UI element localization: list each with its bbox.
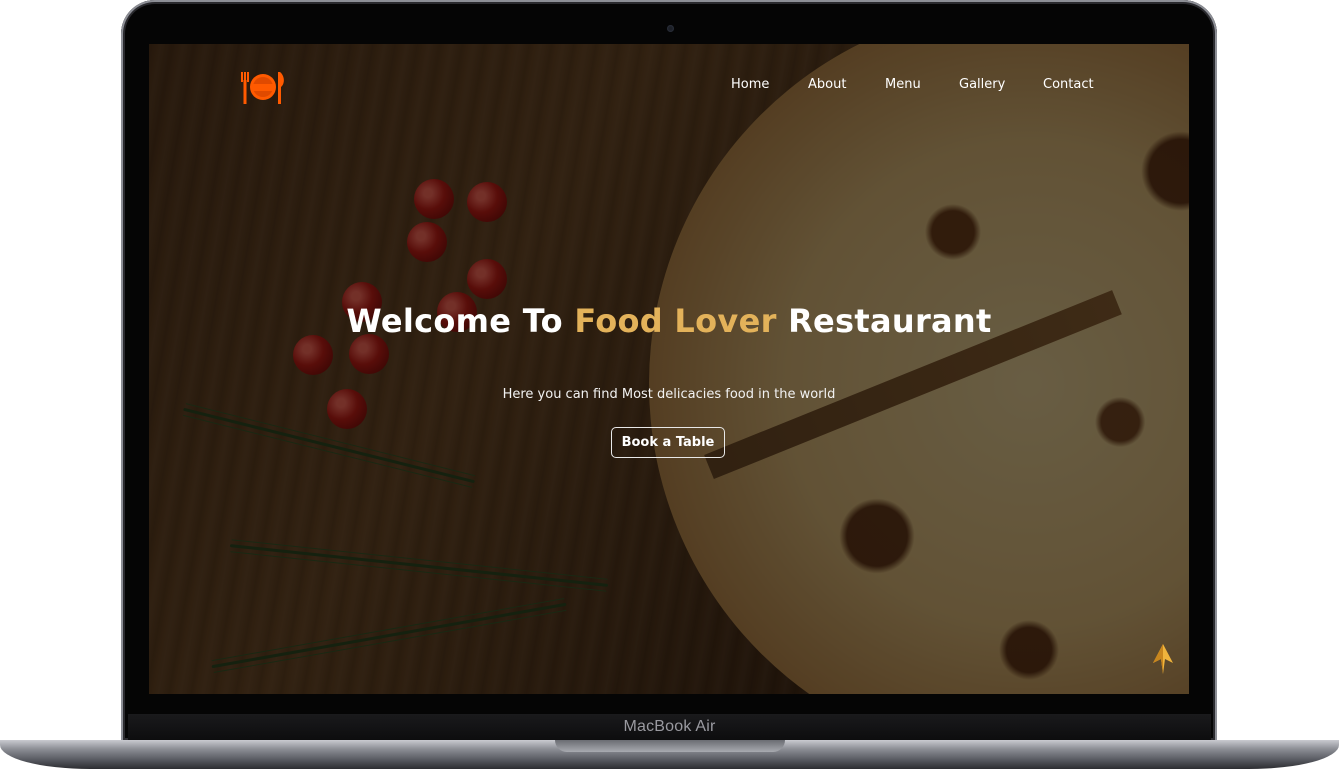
nav-about[interactable]: About xyxy=(808,77,846,92)
hero-subtitle: Here you can find Most delicacies food i… xyxy=(502,387,836,402)
laptop-screen: Home About Menu Gallery Contact Welcome … xyxy=(149,44,1189,694)
device-label: MacBook Air xyxy=(623,718,716,735)
nav-gallery[interactable]: Gallery xyxy=(959,77,1005,92)
scroll-to-top-button[interactable] xyxy=(1151,643,1175,675)
nav-menu[interactable]: Menu xyxy=(885,77,921,92)
nav-home[interactable]: Home xyxy=(731,77,769,92)
hero-background-image xyxy=(149,44,1189,694)
laptop-chin: MacBook Air xyxy=(128,714,1211,742)
hero-title-prefix: Welcome To xyxy=(346,302,575,340)
main-nav: Home About Menu Gallery Contact xyxy=(149,77,1189,97)
dark-overlay xyxy=(149,44,1189,694)
hero-title-suffix: Restaurant xyxy=(776,302,992,340)
laptop-notch xyxy=(555,740,785,752)
camera-icon xyxy=(667,25,674,32)
hero-title-accent: Food Lover xyxy=(574,302,777,340)
hero-title: Welcome To Food Lover Restaurant xyxy=(149,302,1189,340)
up-arrow-icon xyxy=(1153,644,1173,674)
nav-contact[interactable]: Contact xyxy=(1043,77,1094,92)
book-table-button[interactable]: Book a Table xyxy=(611,427,725,458)
